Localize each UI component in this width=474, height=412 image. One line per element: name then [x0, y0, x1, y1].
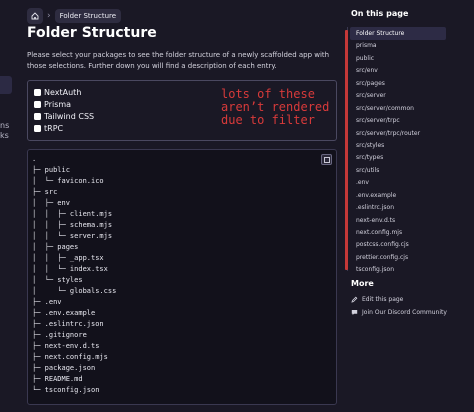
- toc-item[interactable]: .env.example: [356, 191, 420, 203]
- sidebar-item-fragment[interactable]: ns: [0, 121, 12, 131]
- checkbox[interactable]: [34, 88, 41, 96]
- checkbox[interactable]: [34, 124, 41, 132]
- sidebar-item-fragment[interactable]: ks: [0, 131, 12, 141]
- toc-item[interactable]: src/utils: [356, 166, 420, 178]
- tree-entry: ├─ src: [32, 188, 58, 196]
- toc-item[interactable]: src/server/common: [356, 104, 420, 116]
- tree-entry: │ │ ├─ schema.mjs: [32, 221, 113, 229]
- chevron-right-icon: ›: [47, 11, 51, 21]
- home-icon: [31, 12, 39, 20]
- sidebar-active-item[interactable]: [0, 76, 12, 94]
- tree-entry: ├─ package.json: [32, 364, 96, 372]
- folder-tree-code-block: . ├─ public │ └─ favicon.ico ├─ src │ ├─ env…: [27, 149, 337, 405]
- tree-entry: ├─ README.md: [32, 375, 83, 383]
- toc-item[interactable]: src/server: [356, 91, 420, 103]
- toc-item[interactable]: .eslintrc.json: [356, 203, 420, 215]
- more-title: More: [351, 279, 374, 288]
- toc-item[interactable]: src/server/trpc: [356, 116, 420, 128]
- package-checkbox-tailwind[interactable]: Tailwind CSS: [34, 110, 94, 122]
- package-checkbox-nextauth[interactable]: NextAuth: [34, 86, 94, 98]
- toc-item[interactable]: tsconfig.json: [356, 265, 420, 277]
- home-button[interactable]: [27, 8, 43, 24]
- package-label: NextAuth: [44, 87, 82, 97]
- package-checkbox-trpc[interactable]: tRPC: [34, 122, 94, 134]
- edit-page-label: Edit this page: [362, 296, 404, 303]
- tree-entry: ├─ .env: [32, 298, 62, 306]
- tree-entry: │ └─ favicon.ico: [32, 177, 104, 185]
- tree-entry: └─ tsconfig.json: [32, 386, 100, 394]
- package-selector: NextAuth Prisma Tailwind CSS tRPC lots o…: [27, 80, 337, 141]
- tree-entry: .: [32, 155, 37, 163]
- tree-entry: │ ├─ env: [32, 199, 70, 207]
- toc-list: Folder Structure prisma public src/env src/p…: [356, 29, 420, 278]
- toc-item[interactable]: prisma: [356, 41, 420, 53]
- pencil-icon: [351, 296, 358, 303]
- chat-icon: [351, 309, 358, 316]
- tree-entry: │ ├─ pages: [32, 243, 79, 251]
- package-label: Tailwind CSS: [44, 111, 95, 121]
- tree-entry: │ └─ globals.css: [32, 287, 117, 295]
- toc-item[interactable]: .env: [356, 178, 420, 190]
- discord-link[interactable]: Join Our Discord Community: [351, 309, 447, 316]
- page-title: Folder Structure: [27, 25, 157, 41]
- tree-entry: ├─ .eslintrc.json: [32, 320, 104, 328]
- folder-tree: . ├─ public │ └─ favicon.ico ├─ src │ ├─ env…: [32, 154, 116, 396]
- tree-entry: │ │ └─ index.tsx: [32, 265, 108, 273]
- tree-entry: ├─ .env.example: [32, 309, 96, 317]
- breadcrumb: › Folder Structure: [27, 8, 122, 24]
- checkbox[interactable]: [34, 100, 41, 108]
- tree-entry: ├─ next-env.d.ts: [32, 342, 100, 350]
- tree-entry: │ └─ styles: [32, 276, 83, 284]
- edit-page-link[interactable]: Edit this page: [351, 296, 403, 303]
- toc-item[interactable]: postcss.config.cjs: [356, 240, 420, 252]
- toc-item[interactable]: src/pages: [356, 79, 420, 91]
- toc-item[interactable]: Folder Structure: [356, 29, 420, 41]
- toc-title: On this page: [351, 9, 409, 18]
- package-checkbox-prisma[interactable]: Prisma: [34, 98, 94, 110]
- breadcrumb-current[interactable]: Folder Structure: [54, 9, 122, 23]
- toc-item[interactable]: src/styles: [356, 141, 420, 153]
- tree-entry: ├─ next.config.mjs: [32, 353, 108, 361]
- toc-item[interactable]: src/server/trpc/router: [356, 129, 420, 141]
- toc-item[interactable]: next.config.mjs: [356, 228, 420, 240]
- left-sidebar: ns ks: [0, 0, 14, 412]
- red-annotation: lots of these aren’t rendered due to fil…: [221, 87, 330, 127]
- red-annotation-bar: [345, 30, 348, 270]
- toc-item[interactable]: src/types: [356, 153, 420, 165]
- tree-entry: ├─ .gitignore: [32, 331, 87, 339]
- copy-icon[interactable]: [321, 154, 332, 165]
- tree-entry: │ │ └─ server.mjs: [32, 232, 113, 240]
- toc-item[interactable]: public: [356, 54, 420, 66]
- discord-label: Join Our Discord Community: [362, 309, 447, 316]
- tree-entry: ├─ public: [32, 166, 70, 174]
- toc-item[interactable]: next-env.d.ts: [356, 216, 420, 228]
- tree-entry: │ │ ├─ _app.tsx: [32, 254, 104, 262]
- package-label: Prisma: [44, 99, 72, 109]
- toc-item[interactable]: prettier.config.cjs: [356, 253, 420, 265]
- package-label: tRPC: [44, 123, 64, 133]
- intro-paragraph: Please select your packages to see the f…: [27, 51, 330, 70]
- tree-entry: │ │ ├─ client.mjs: [32, 210, 113, 218]
- checkbox[interactable]: [34, 112, 41, 120]
- toc-item[interactable]: src/env: [356, 66, 420, 78]
